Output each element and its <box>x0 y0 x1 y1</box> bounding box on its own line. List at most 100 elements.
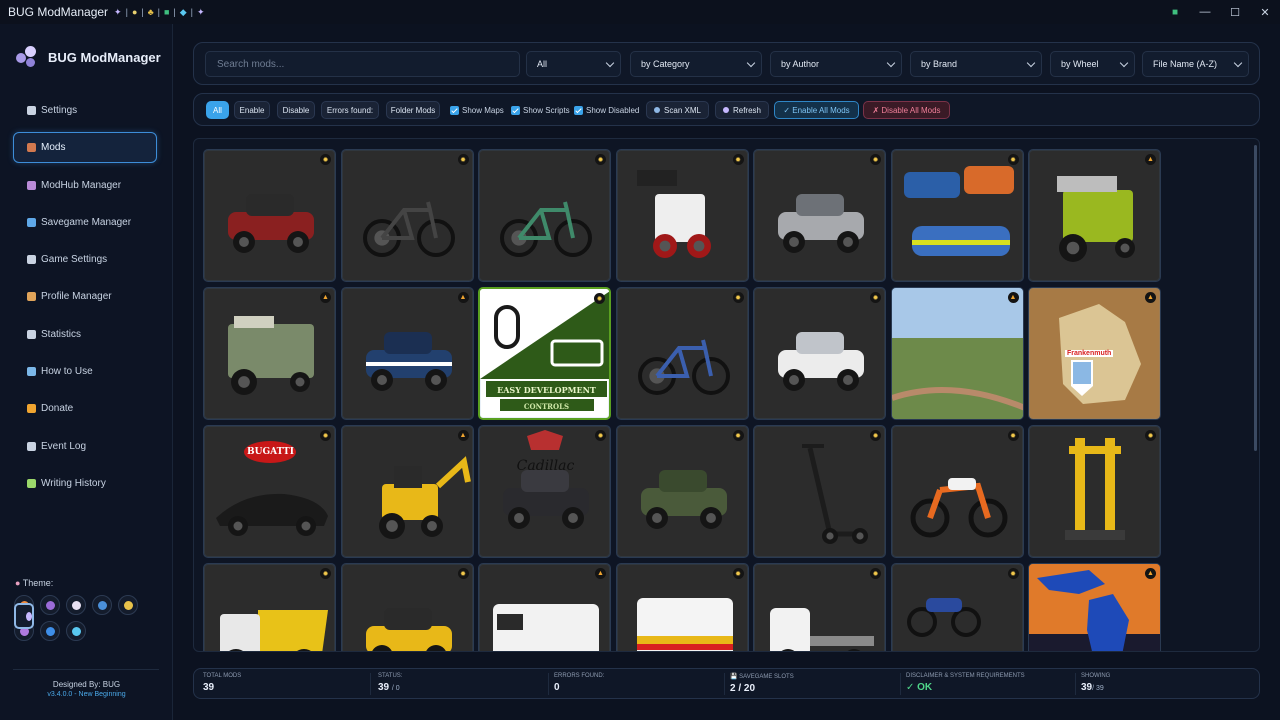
sidebar-item-statistics[interactable]: Statistics <box>13 319 157 350</box>
close-button[interactable]: ✕ <box>1250 6 1280 19</box>
filter-enable-button[interactable]: Enable <box>234 101 270 119</box>
status-ok-icon: ✹ <box>732 154 744 165</box>
mod-card-bugatti-hypercar[interactable]: BUGATTI ✹ <box>203 425 336 558</box>
sidebar-item-donate[interactable]: Donate <box>13 393 157 424</box>
folder-mods-button[interactable]: Folder Mods <box>386 101 440 119</box>
mod-card-dirt-bike[interactable]: ✹ <box>890 425 1024 558</box>
mod-card-military-jeep[interactable]: ✹ <box>615 425 749 558</box>
grid-scrollbar[interactable] <box>1254 145 1257 451</box>
mod-card-atv-quad-red[interactable]: ✹ <box>203 149 336 282</box>
bug-theme-swatch[interactable] <box>14 603 34 629</box>
mod-card-dump-truck[interactable]: ✹ <box>203 563 336 651</box>
white-van-thumbnail <box>493 604 599 651</box>
mod-card-farm-map-aerial[interactable]: ▲ <box>890 287 1024 420</box>
enable-all-mods-button[interactable]: ✓ Enable All Mods <box>774 101 859 119</box>
show-maps-checkbox[interactable]: Show Maps <box>450 105 504 115</box>
user-icon <box>27 292 36 302</box>
sidebar-item-settings[interactable]: Settings <box>13 95 157 126</box>
errors-stat: ERRORS FOUND: 0 <box>554 673 604 693</box>
mod-card-ambulance-van[interactable]: ✹ <box>615 563 749 651</box>
disclaimer-stat[interactable]: DISCLAIMER & SYSTEM REQUIREMENTS ✓ OK <box>906 673 1025 693</box>
atv-quad-yellow-thumbnail <box>365 608 452 651</box>
violet-theme-swatch[interactable] <box>40 595 60 615</box>
cobalt-theme-swatch[interactable] <box>40 621 60 641</box>
status-value: 39 / 0 <box>378 682 400 693</box>
divider <box>1075 673 1076 695</box>
sidebar-item-writing-history[interactable]: Writing History <box>13 468 157 499</box>
brand-select-value: by Brand <box>921 59 958 69</box>
mod-card-flatbed-truck[interactable]: ✹ <box>753 563 886 651</box>
sky-theme-swatch[interactable] <box>66 621 86 641</box>
disable-all-mods-button[interactable]: ✗ Disable All Mods <box>863 101 950 119</box>
sidebar-item-savegame-manager[interactable]: Savegame Manager <box>13 207 157 238</box>
chart-icon <box>27 329 36 339</box>
wheel-select[interactable]: by Wheel <box>1050 51 1135 77</box>
status-ok-icon: ✹ <box>457 154 469 165</box>
sidebar-item-game-settings[interactable]: Game Settings <box>13 244 157 275</box>
mod-card-offroad-jeep-blue[interactable]: ▲ <box>340 287 474 420</box>
bug-theme-icon <box>26 611 32 621</box>
brand-select[interactable]: by Brand <box>910 51 1042 77</box>
show-disabled-checkbox[interactable]: Show Disabled <box>574 105 639 115</box>
scan-xml-button[interactable]: Scan XML <box>646 101 709 119</box>
vintage-combine-thumbnail <box>228 316 314 395</box>
mod-card-combine-harvester-green[interactable]: ▲ <box>1028 149 1161 282</box>
maximize-button[interactable]: ☐ <box>1220 6 1250 19</box>
mod-card-blue-bicycle[interactable]: ✹ <box>615 287 749 420</box>
mod-card-backhoe-loader-yellow[interactable]: ▲ <box>340 425 474 558</box>
magnifier-icon <box>27 367 36 377</box>
mod-card-vintage-combine[interactable]: ▲ <box>203 287 336 420</box>
mod-card-cadillac-suv[interactable]: Cadillac ✹ <box>478 425 611 558</box>
type-select[interactable]: All <box>526 51 621 77</box>
minimize-button[interactable]: — <box>1190 6 1220 18</box>
designed-by: Designed By: BUG <box>52 680 121 689</box>
mod-card-frankenmuth-map[interactable]: Frankenmuth ▲ <box>1028 287 1161 420</box>
mod-card-mountain-bike[interactable]: ✹ <box>340 149 474 282</box>
category-select[interactable]: by Category <box>630 51 762 77</box>
sidebar-item-label: Writing History <box>41 477 106 489</box>
mod-card-electric-scooter[interactable]: ✹ <box>753 425 886 558</box>
sidebar-item-profile-manager[interactable]: Profile Manager <box>13 281 157 312</box>
chevron-down-icon <box>746 58 756 68</box>
search-input[interactable] <box>205 51 520 77</box>
show-scripts-checkbox[interactable]: Show Scripts <box>511 105 570 115</box>
pearl-theme-swatch[interactable] <box>66 595 86 615</box>
ocean-theme-swatch[interactable] <box>92 595 112 615</box>
warning-icon: ▲ <box>320 292 331 303</box>
mod-card-white-sedan[interactable]: ✹ <box>753 287 886 420</box>
shield-icon <box>27 217 36 227</box>
action-bar: All Enable Disable Errors found: Folder … <box>193 93 1260 126</box>
mod-card-silver-suv[interactable]: ✹ <box>753 149 886 282</box>
mod-card-michigan-map[interactable]: ▲ <box>1028 563 1161 651</box>
mod-card-atv-quad-yellow[interactable]: ✹ <box>340 563 474 651</box>
mod-card-crane-tower[interactable]: ✹ <box>1028 425 1161 558</box>
sidebar-item-label: Settings <box>41 105 78 116</box>
status-ok-icon: ✹ <box>594 293 605 304</box>
mod-card-police-cars-pack[interactable]: ✹ <box>890 149 1024 282</box>
sidebar-item-how-to-use[interactable]: How to Use <box>13 356 157 387</box>
status-ok-icon: ✹ <box>320 568 331 579</box>
crane-tower-thumbnail <box>1065 438 1125 540</box>
author-select[interactable]: by Author <box>770 51 902 77</box>
mod-card-easy-development-controls[interactable]: EASY DEVELOPMENT CONTROLS ✹ <box>478 287 611 420</box>
status-stat: STATUS: 39 / 0 <box>378 673 402 693</box>
sidebar-item-mods[interactable]: Mods <box>13 132 157 164</box>
status-ok-icon: ✹ <box>732 568 744 579</box>
sky-theme-icon <box>71 626 81 636</box>
gold-theme-swatch[interactable] <box>118 595 138 615</box>
cadillac-suv-logo-text: Cadillac <box>516 458 575 474</box>
mod-card-white-van[interactable]: ▲ <box>478 563 611 651</box>
refresh-button[interactable]: Refresh <box>715 101 769 119</box>
filter-all-button[interactable]: All <box>206 101 229 119</box>
status-ok-icon: ✹ <box>457 568 469 579</box>
filter-disable-button[interactable]: Disable <box>277 101 315 119</box>
filter-errors-button[interactable]: Errors found: <box>321 101 379 119</box>
tractor-tray-icon[interactable]: ■ <box>1160 7 1190 18</box>
mod-card-blue-motorcycles[interactable]: ✹ <box>890 563 1024 651</box>
status-ok-icon: ✹ <box>870 430 881 441</box>
sort-select[interactable]: File Name (A-Z) <box>1142 51 1249 77</box>
sidebar-item-event-log[interactable]: Event Log <box>13 431 157 462</box>
mod-card-skid-steer-loader[interactable]: ✹ <box>615 149 749 282</box>
sidebar-item-modhub-manager[interactable]: ModHub Manager <box>13 170 157 201</box>
mod-card-city-bicycle[interactable]: ✹ <box>478 149 611 282</box>
